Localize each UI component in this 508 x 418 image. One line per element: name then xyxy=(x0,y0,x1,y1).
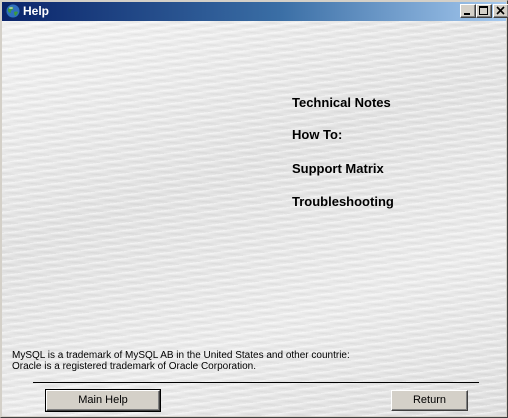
maximize-button[interactable] xyxy=(476,4,492,18)
link-troubleshooting[interactable]: Troubleshooting xyxy=(292,194,394,210)
close-icon xyxy=(496,6,505,15)
mysql-trademark-notice: MySQL is a trademark of MySQL AB in the … xyxy=(12,350,350,361)
return-button[interactable]: Return xyxy=(391,390,468,411)
link-how-to[interactable]: How To: xyxy=(292,127,342,143)
link-support-matrix[interactable]: Support Matrix xyxy=(292,161,384,177)
minimize-icon xyxy=(464,13,470,15)
window-title: Help xyxy=(23,4,50,18)
help-window: Help Technical Notes How To: Support Mat… xyxy=(0,0,508,418)
maximize-icon xyxy=(479,6,488,15)
help-content-area: Technical Notes How To: Support Matrix T… xyxy=(2,21,506,416)
title-bar[interactable]: Help xyxy=(2,2,508,21)
footer-divider xyxy=(33,382,479,383)
close-button[interactable] xyxy=(493,4,508,18)
main-help-button[interactable]: Main Help xyxy=(45,389,161,412)
oracle-trademark-notice: Oracle is a registered trademark of Orac… xyxy=(12,361,256,372)
globe-icon[interactable] xyxy=(5,3,21,19)
link-technical-notes[interactable]: Technical Notes xyxy=(292,95,391,111)
minimize-button[interactable] xyxy=(460,4,476,18)
